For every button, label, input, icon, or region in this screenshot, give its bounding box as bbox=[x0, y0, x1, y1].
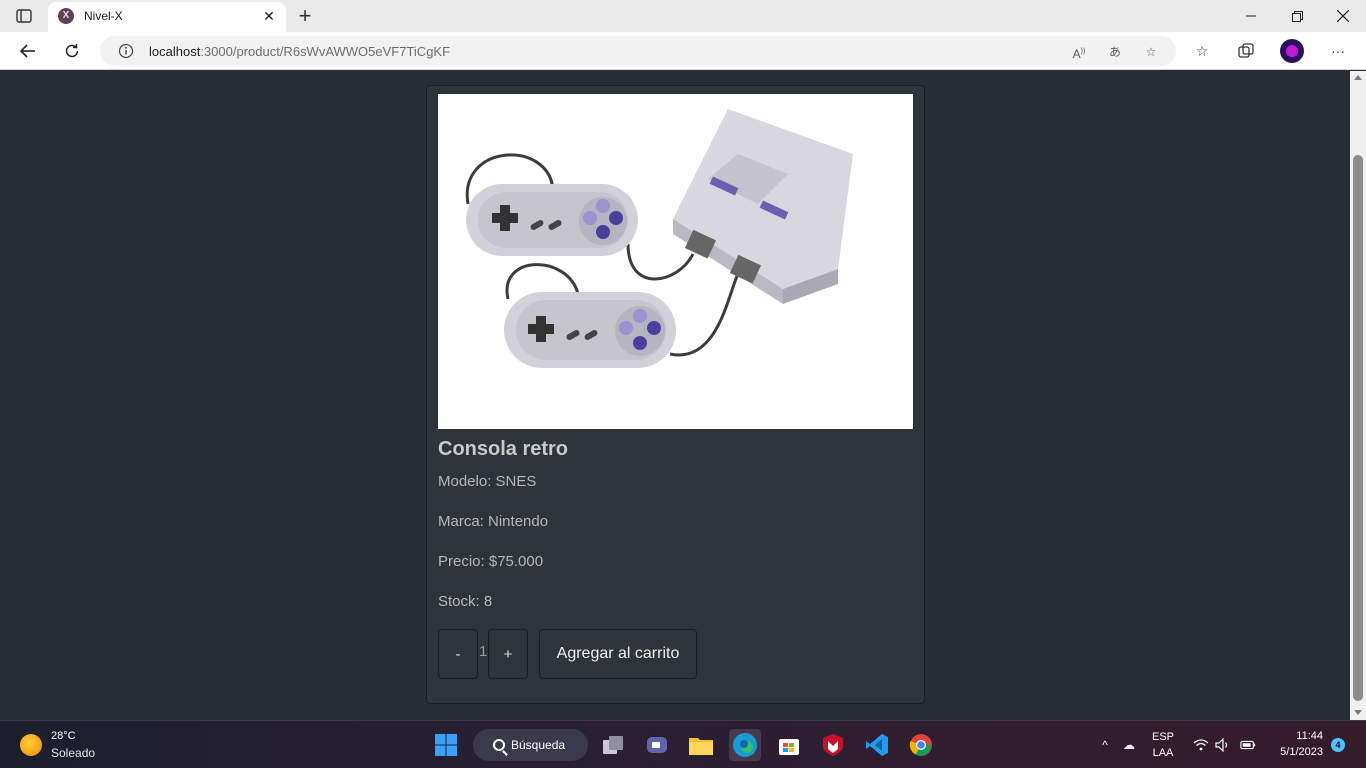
chrome-icon[interactable] bbox=[905, 729, 937, 761]
spec-model: Modelo: SNES bbox=[438, 473, 536, 490]
new-tab-icon[interactable]: + bbox=[292, 4, 318, 28]
profile-avatar[interactable] bbox=[1280, 39, 1304, 63]
clock-date[interactable]: 5/1/2023 bbox=[1272, 746, 1323, 758]
vscode-icon[interactable] bbox=[861, 729, 893, 761]
window-controls bbox=[1228, 0, 1366, 32]
increment-button[interactable]: + bbox=[488, 629, 528, 679]
read-aloud-icon[interactable]: A)) bbox=[1070, 44, 1088, 61]
url-host: localhost bbox=[149, 44, 201, 59]
spec-label: Stock: bbox=[438, 593, 480, 610]
volume-icon[interactable] bbox=[1215, 737, 1231, 753]
product-title: Consola retro bbox=[438, 438, 569, 460]
browser-toolbar: localhost:3000/product/R6sWvAWWO5eVF7TiC… bbox=[0, 32, 1366, 70]
close-tab-icon[interactable]: ✕ bbox=[260, 7, 278, 25]
quantity-value: 1 bbox=[479, 643, 488, 660]
spec-price: Precio: $75.000 bbox=[438, 553, 543, 570]
spec-brand: Marca: Nintendo bbox=[438, 513, 548, 530]
tab-actions-icon[interactable] bbox=[10, 6, 38, 26]
weather-temperature[interactable]: 28°C bbox=[51, 730, 76, 742]
task-view-icon[interactable] bbox=[597, 729, 629, 761]
onedrive-icon[interactable]: ☁ bbox=[1121, 737, 1137, 753]
scrollbar-thumb[interactable] bbox=[1353, 155, 1363, 701]
windows-taskbar: 28°C Soleado Búsqueda ^ ☁ ESP LAA 11:44 … bbox=[0, 720, 1366, 768]
tab-title: Nivel-X bbox=[84, 9, 123, 23]
scroll-down-icon[interactable] bbox=[1354, 710, 1362, 715]
edge-browser-icon[interactable] bbox=[729, 729, 761, 761]
spec-stock: Stock: 8 bbox=[438, 593, 492, 610]
back-arrow-icon[interactable] bbox=[14, 39, 42, 63]
spec-value: $75.000 bbox=[488, 553, 544, 570]
mcafee-icon[interactable] bbox=[817, 729, 849, 761]
clock-time[interactable]: 11:44 bbox=[1283, 730, 1323, 742]
file-explorer-icon[interactable] bbox=[685, 729, 717, 761]
add-to-cart-button[interactable]: Agregar al carrito bbox=[539, 629, 697, 679]
decrement-button[interactable]: - bbox=[438, 629, 478, 679]
add-favorite-icon[interactable]: ☆ bbox=[1142, 44, 1160, 60]
address-bar[interactable]: localhost:3000/product/R6sWvAWWO5eVF7TiC… bbox=[100, 36, 1176, 66]
minimize-icon[interactable] bbox=[1228, 0, 1274, 32]
notification-badge[interactable]: 4 bbox=[1331, 738, 1345, 752]
product-card: Consola retro Modelo: SNES Marca: Ninten… bbox=[426, 85, 925, 704]
search-label: Búsqueda bbox=[511, 738, 566, 752]
taskbar-search[interactable]: Búsqueda bbox=[473, 729, 588, 761]
url-path: :3000/product/R6sWvAWWO5eVF7TiCgKF bbox=[200, 44, 451, 59]
restore-icon[interactable] bbox=[1274, 0, 1320, 32]
translate-icon[interactable]: あ bbox=[1106, 44, 1124, 60]
spec-value: SNES bbox=[495, 473, 537, 490]
refresh-icon[interactable] bbox=[58, 39, 86, 63]
scroll-up-icon[interactable] bbox=[1354, 75, 1362, 80]
battery-icon[interactable] bbox=[1240, 737, 1256, 753]
site-info-icon[interactable] bbox=[118, 43, 134, 59]
close-window-icon[interactable] bbox=[1320, 0, 1366, 32]
microsoft-store-icon[interactable] bbox=[773, 729, 805, 761]
page-scrollbar[interactable] bbox=[1350, 71, 1366, 721]
wifi-icon[interactable] bbox=[1193, 737, 1209, 753]
browser-tab[interactable]: X Nivel-X ✕ bbox=[48, 2, 286, 32]
spec-label: Marca: bbox=[438, 513, 484, 530]
teams-chat-icon[interactable] bbox=[641, 729, 673, 761]
spec-label: Precio: bbox=[438, 553, 485, 570]
product-image bbox=[438, 94, 913, 429]
language-indicator[interactable]: ESP bbox=[1150, 731, 1176, 743]
browser-tab-bar: X Nivel-X ✕ + bbox=[0, 0, 1366, 32]
collections-icon[interactable] bbox=[1235, 41, 1257, 61]
weather-description[interactable]: Soleado bbox=[51, 746, 95, 760]
sun-icon[interactable] bbox=[20, 734, 42, 756]
show-hidden-icons-icon[interactable]: ^ bbox=[1097, 737, 1113, 753]
site-favicon-icon: X bbox=[58, 8, 74, 24]
url-text[interactable]: localhost:3000/product/R6sWvAWWO5eVF7TiC… bbox=[149, 44, 450, 59]
spec-value: Nintendo bbox=[488, 513, 549, 530]
favorites-icon[interactable]: ☆ bbox=[1191, 41, 1213, 61]
keyboard-layout[interactable]: LAA bbox=[1150, 747, 1176, 759]
more-options-icon[interactable]: ··· bbox=[1327, 41, 1349, 61]
spec-label: Modelo: bbox=[438, 473, 492, 490]
page-viewport: Consola retro Modelo: SNES Marca: Ninten… bbox=[0, 71, 1350, 721]
spec-value: 8 bbox=[483, 593, 493, 610]
windows-start-icon[interactable] bbox=[430, 729, 462, 761]
search-icon bbox=[493, 739, 505, 751]
